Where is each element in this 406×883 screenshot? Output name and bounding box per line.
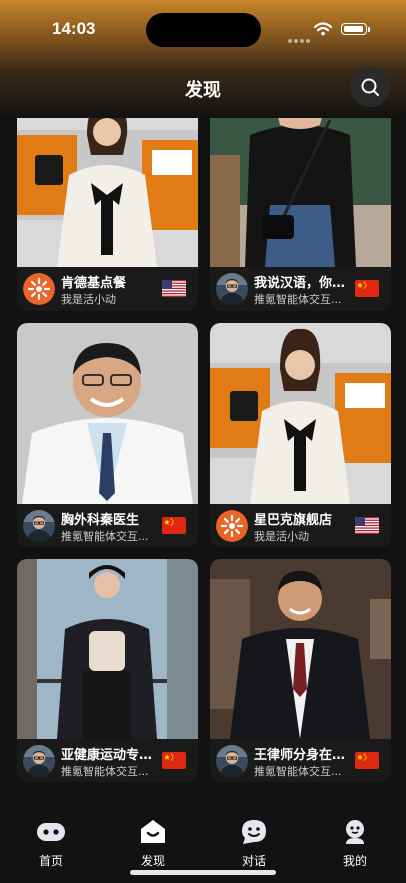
cn-flag-icon bbox=[162, 517, 186, 534]
agent-subtitle: 推氪智能体交互... bbox=[254, 765, 342, 778]
dynamic-island bbox=[146, 13, 261, 47]
profile-icon bbox=[346, 820, 364, 844]
agent-info: 胸外科秦医生 推氪智能体交互... bbox=[17, 504, 198, 547]
agent-card[interactable]: 我说汉语，你... 推氪智能体交互... bbox=[210, 95, 391, 311]
agent-name: 胸外科秦医生 bbox=[61, 513, 140, 528]
us-flag-icon bbox=[162, 280, 186, 297]
tab-discover[interactable]: 发现 bbox=[123, 819, 183, 869]
cn-flag-icon bbox=[162, 752, 186, 769]
agent-avatar bbox=[23, 745, 55, 777]
wifi-icon bbox=[314, 22, 332, 36]
agent-info: 我说汉语，你... 推氪智能体交互... bbox=[210, 267, 391, 311]
battery-icon bbox=[341, 23, 367, 35]
discover-home-icon bbox=[141, 820, 165, 843]
status-bar: 14:03 bbox=[0, 0, 406, 58]
signal-icon bbox=[288, 28, 312, 47]
agent-card[interactable]: 王律师分身在... 推氪智能体交互... bbox=[210, 559, 391, 782]
agent-avatar bbox=[216, 273, 248, 305]
agent-name: 肯德基点餐 bbox=[61, 276, 127, 291]
agent-subtitle: 我是活小动 bbox=[61, 293, 116, 306]
header: 14:03 发现 bbox=[0, 0, 406, 118]
search-icon bbox=[361, 78, 379, 96]
agent-card[interactable]: 肯德基点餐 我是活小动 bbox=[17, 95, 198, 311]
robot-icon bbox=[37, 823, 65, 841]
agent-subtitle: 推氪智能体交互... bbox=[61, 765, 149, 778]
agent-image bbox=[210, 559, 391, 739]
agent-image bbox=[17, 559, 198, 739]
agent-avatar bbox=[216, 510, 248, 542]
agent-subtitle: 我是活小动 bbox=[254, 530, 309, 543]
search-button[interactable] bbox=[350, 67, 390, 107]
agent-avatar bbox=[23, 510, 55, 542]
agent-image bbox=[210, 95, 391, 267]
agent-info: 亚健康运动专... 推氪智能体交互... bbox=[17, 739, 198, 782]
agent-card[interactable]: 亚健康运动专... 推氪智能体交互... bbox=[17, 559, 198, 782]
agent-info: 肯德基点餐 我是活小动 bbox=[17, 267, 198, 311]
agent-name: 王律师分身在... bbox=[254, 748, 346, 763]
agent-card[interactable]: 星巴克旗舰店 我是活小动 bbox=[210, 323, 391, 547]
agent-avatar bbox=[216, 745, 248, 777]
agent-name: 星巴克旗舰店 bbox=[254, 513, 333, 528]
chat-face-icon bbox=[242, 820, 266, 844]
tab-profile[interactable]: 我的 bbox=[325, 819, 385, 869]
agent-subtitle: 推氪智能体交互... bbox=[254, 293, 342, 306]
tab-chat[interactable]: 对话 bbox=[224, 819, 284, 869]
tab-label: 首页 bbox=[38, 854, 63, 868]
agent-avatar bbox=[23, 273, 55, 305]
agent-name: 我说汉语，你... bbox=[254, 276, 346, 291]
home-indicator[interactable] bbox=[130, 870, 276, 875]
agent-name: 亚健康运动专... bbox=[61, 748, 153, 763]
agent-info: 王律师分身在... 推氪智能体交互... bbox=[210, 739, 391, 782]
cn-flag-icon bbox=[355, 280, 379, 297]
tab-label: 对话 bbox=[241, 854, 266, 868]
agent-image bbox=[17, 323, 198, 504]
agent-image bbox=[17, 95, 198, 267]
agent-card[interactable]: 胸外科秦医生 推氪智能体交互... bbox=[17, 323, 198, 547]
agent-image bbox=[210, 323, 391, 504]
tab-home[interactable]: 首页 bbox=[21, 819, 81, 869]
tab-label: 发现 bbox=[140, 854, 165, 868]
tab-label: 我的 bbox=[342, 854, 367, 868]
status-time: 14:03 bbox=[52, 19, 96, 38]
us-flag-icon bbox=[355, 517, 379, 534]
agent-subtitle: 推氪智能体交互... bbox=[61, 530, 149, 543]
cn-flag-icon bbox=[355, 752, 379, 769]
page-title: 发现 bbox=[185, 80, 221, 101]
battery-tip bbox=[368, 27, 370, 32]
agent-info: 星巴克旗舰店 我是活小动 bbox=[210, 504, 391, 547]
